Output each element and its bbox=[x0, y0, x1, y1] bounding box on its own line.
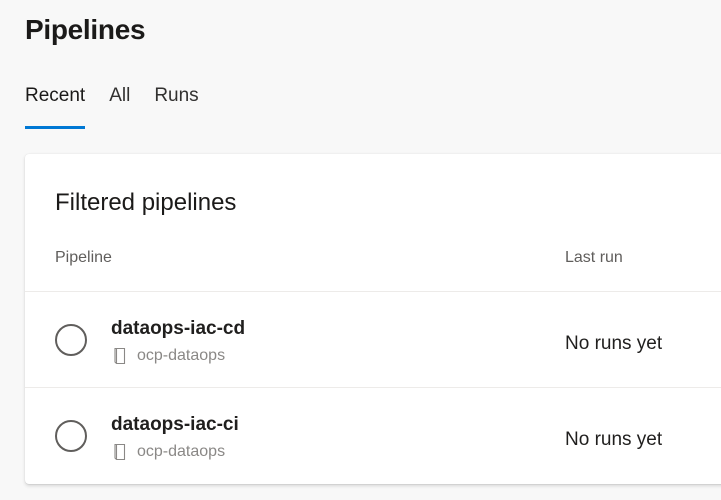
repo-name: ocp-dataops bbox=[137, 443, 226, 460]
repo-icon bbox=[111, 443, 129, 461]
circle-status-icon bbox=[55, 420, 87, 452]
repo-line: ocp-dataops bbox=[111, 346, 225, 366]
tab-all[interactable]: All bbox=[109, 80, 130, 130]
last-run-status: No runs yet bbox=[565, 333, 663, 354]
pipeline-name[interactable]: dataops-iac-cd bbox=[111, 316, 245, 342]
table-row[interactable]: dataops-iac-cd ocp-dataops No runs yet bbox=[25, 292, 721, 388]
pipelines-card: Filtered pipelines Pipeline Last run dat… bbox=[25, 154, 721, 484]
column-header-last-run[interactable]: Last run bbox=[565, 248, 623, 268]
table-row[interactable]: dataops-iac-ci ocp-dataops No runs yet bbox=[25, 388, 721, 484]
last-run-status: No runs yet bbox=[565, 429, 663, 450]
repo-name: ocp-dataops bbox=[137, 347, 226, 364]
repo-icon bbox=[111, 347, 129, 365]
page-title: Pipelines bbox=[25, 14, 146, 45]
tab-runs[interactable]: Runs bbox=[154, 80, 198, 130]
circle-status-icon bbox=[55, 324, 87, 356]
tab-bar: Recent All Runs bbox=[25, 80, 223, 130]
pipeline-name[interactable]: dataops-iac-ci bbox=[111, 412, 239, 438]
repo-line: ocp-dataops bbox=[111, 442, 225, 462]
column-header-pipeline[interactable]: Pipeline bbox=[55, 248, 112, 268]
tab-recent[interactable]: Recent bbox=[25, 80, 86, 130]
card-title: Filtered pipelines bbox=[55, 189, 237, 216]
